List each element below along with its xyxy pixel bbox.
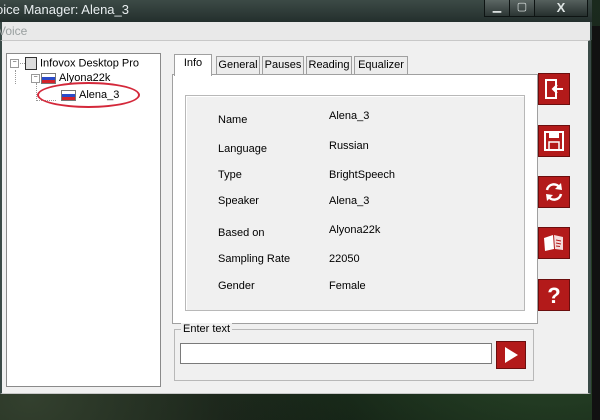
window-title: oice Manager: Alena_3 [0, 2, 129, 17]
info-row-name: Name Alena_3 [186, 110, 524, 128]
tree-node-root[interactable]: − Infovox Desktop Pro [10, 57, 139, 70]
info-value: 22050 [329, 253, 360, 265]
info-row-gender: Gender Female [186, 278, 524, 294]
exit-button[interactable] [538, 73, 570, 105]
info-value: Alyona22k [329, 224, 381, 236]
maximize-button[interactable]: ▢ [509, 0, 535, 17]
exit-icon [545, 79, 563, 99]
highlight-annotation-circle [37, 82, 140, 108]
info-value: BrightSpeech [329, 169, 396, 181]
info-group: Name Alena_3 Language Russian Type Brigh… [185, 95, 525, 311]
info-row-language: Language Russian [186, 140, 524, 157]
menu-bar: Voice [0, 22, 592, 40]
collapse-icon[interactable]: − [31, 73, 40, 83]
tab-general[interactable]: General [216, 56, 260, 74]
info-row-speaker: Speaker Alena_3 [186, 193, 524, 209]
info-key: Speaker [218, 195, 259, 207]
help-icon: ? [547, 283, 560, 307]
info-key: Name [218, 114, 248, 126]
info-key: Gender [218, 280, 255, 292]
help-button[interactable]: ? [538, 279, 570, 311]
play-icon [505, 347, 518, 363]
info-value: Alena_3 [329, 110, 370, 122]
enter-text-input[interactable] [180, 343, 492, 364]
info-value: Russian [329, 140, 369, 152]
computer-icon [25, 57, 37, 70]
tab-info[interactable]: Info [174, 54, 212, 76]
tree-root-label: Infovox Desktop Pro [40, 57, 140, 70]
collapse-icon[interactable]: − [10, 59, 19, 68]
info-row-based-on: Based on Alyona22k [186, 224, 524, 241]
tab-reading[interactable]: Reading [306, 56, 352, 74]
info-key: Sampling Rate [218, 253, 291, 265]
speak-button[interactable] [496, 341, 526, 369]
info-row-type: Type BrightSpeech [186, 167, 524, 183]
info-tab-panel: Name Alena_3 Language Russian Type Brigh… [172, 74, 538, 324]
russian-flag-icon [41, 72, 56, 84]
voice-manager-window: oice Manager: Alena_3 ▁ ▢ X Voice − Infov… [0, 0, 592, 404]
enter-text-label: Enter text [181, 323, 233, 335]
info-value: Female [329, 280, 366, 292]
tab-equalizer[interactable]: Equalizer [354, 56, 408, 74]
enter-text-group: Enter text [174, 323, 534, 381]
save-icon [544, 131, 564, 151]
read-icon [544, 235, 563, 251]
close-button[interactable]: X [534, 0, 588, 17]
info-value: Alena_3 [329, 195, 370, 207]
refresh-button[interactable] [538, 176, 570, 208]
info-key: Language [218, 143, 267, 155]
menu-voice[interactable]: Voice [0, 24, 27, 38]
tab-pauses[interactable]: Pauses [262, 56, 304, 74]
info-key: Based on [218, 227, 265, 239]
info-key: Type [218, 169, 242, 181]
read-button[interactable] [538, 227, 570, 259]
refresh-icon [545, 183, 563, 201]
desktop-edge [592, 26, 600, 420]
minimize-button[interactable]: ▁ [484, 0, 510, 17]
svg-text:?: ? [547, 283, 560, 307]
tree-line [15, 70, 16, 84]
save-button[interactable] [538, 125, 570, 157]
info-row-sampling-rate: Sampling Rate 22050 [186, 251, 524, 267]
